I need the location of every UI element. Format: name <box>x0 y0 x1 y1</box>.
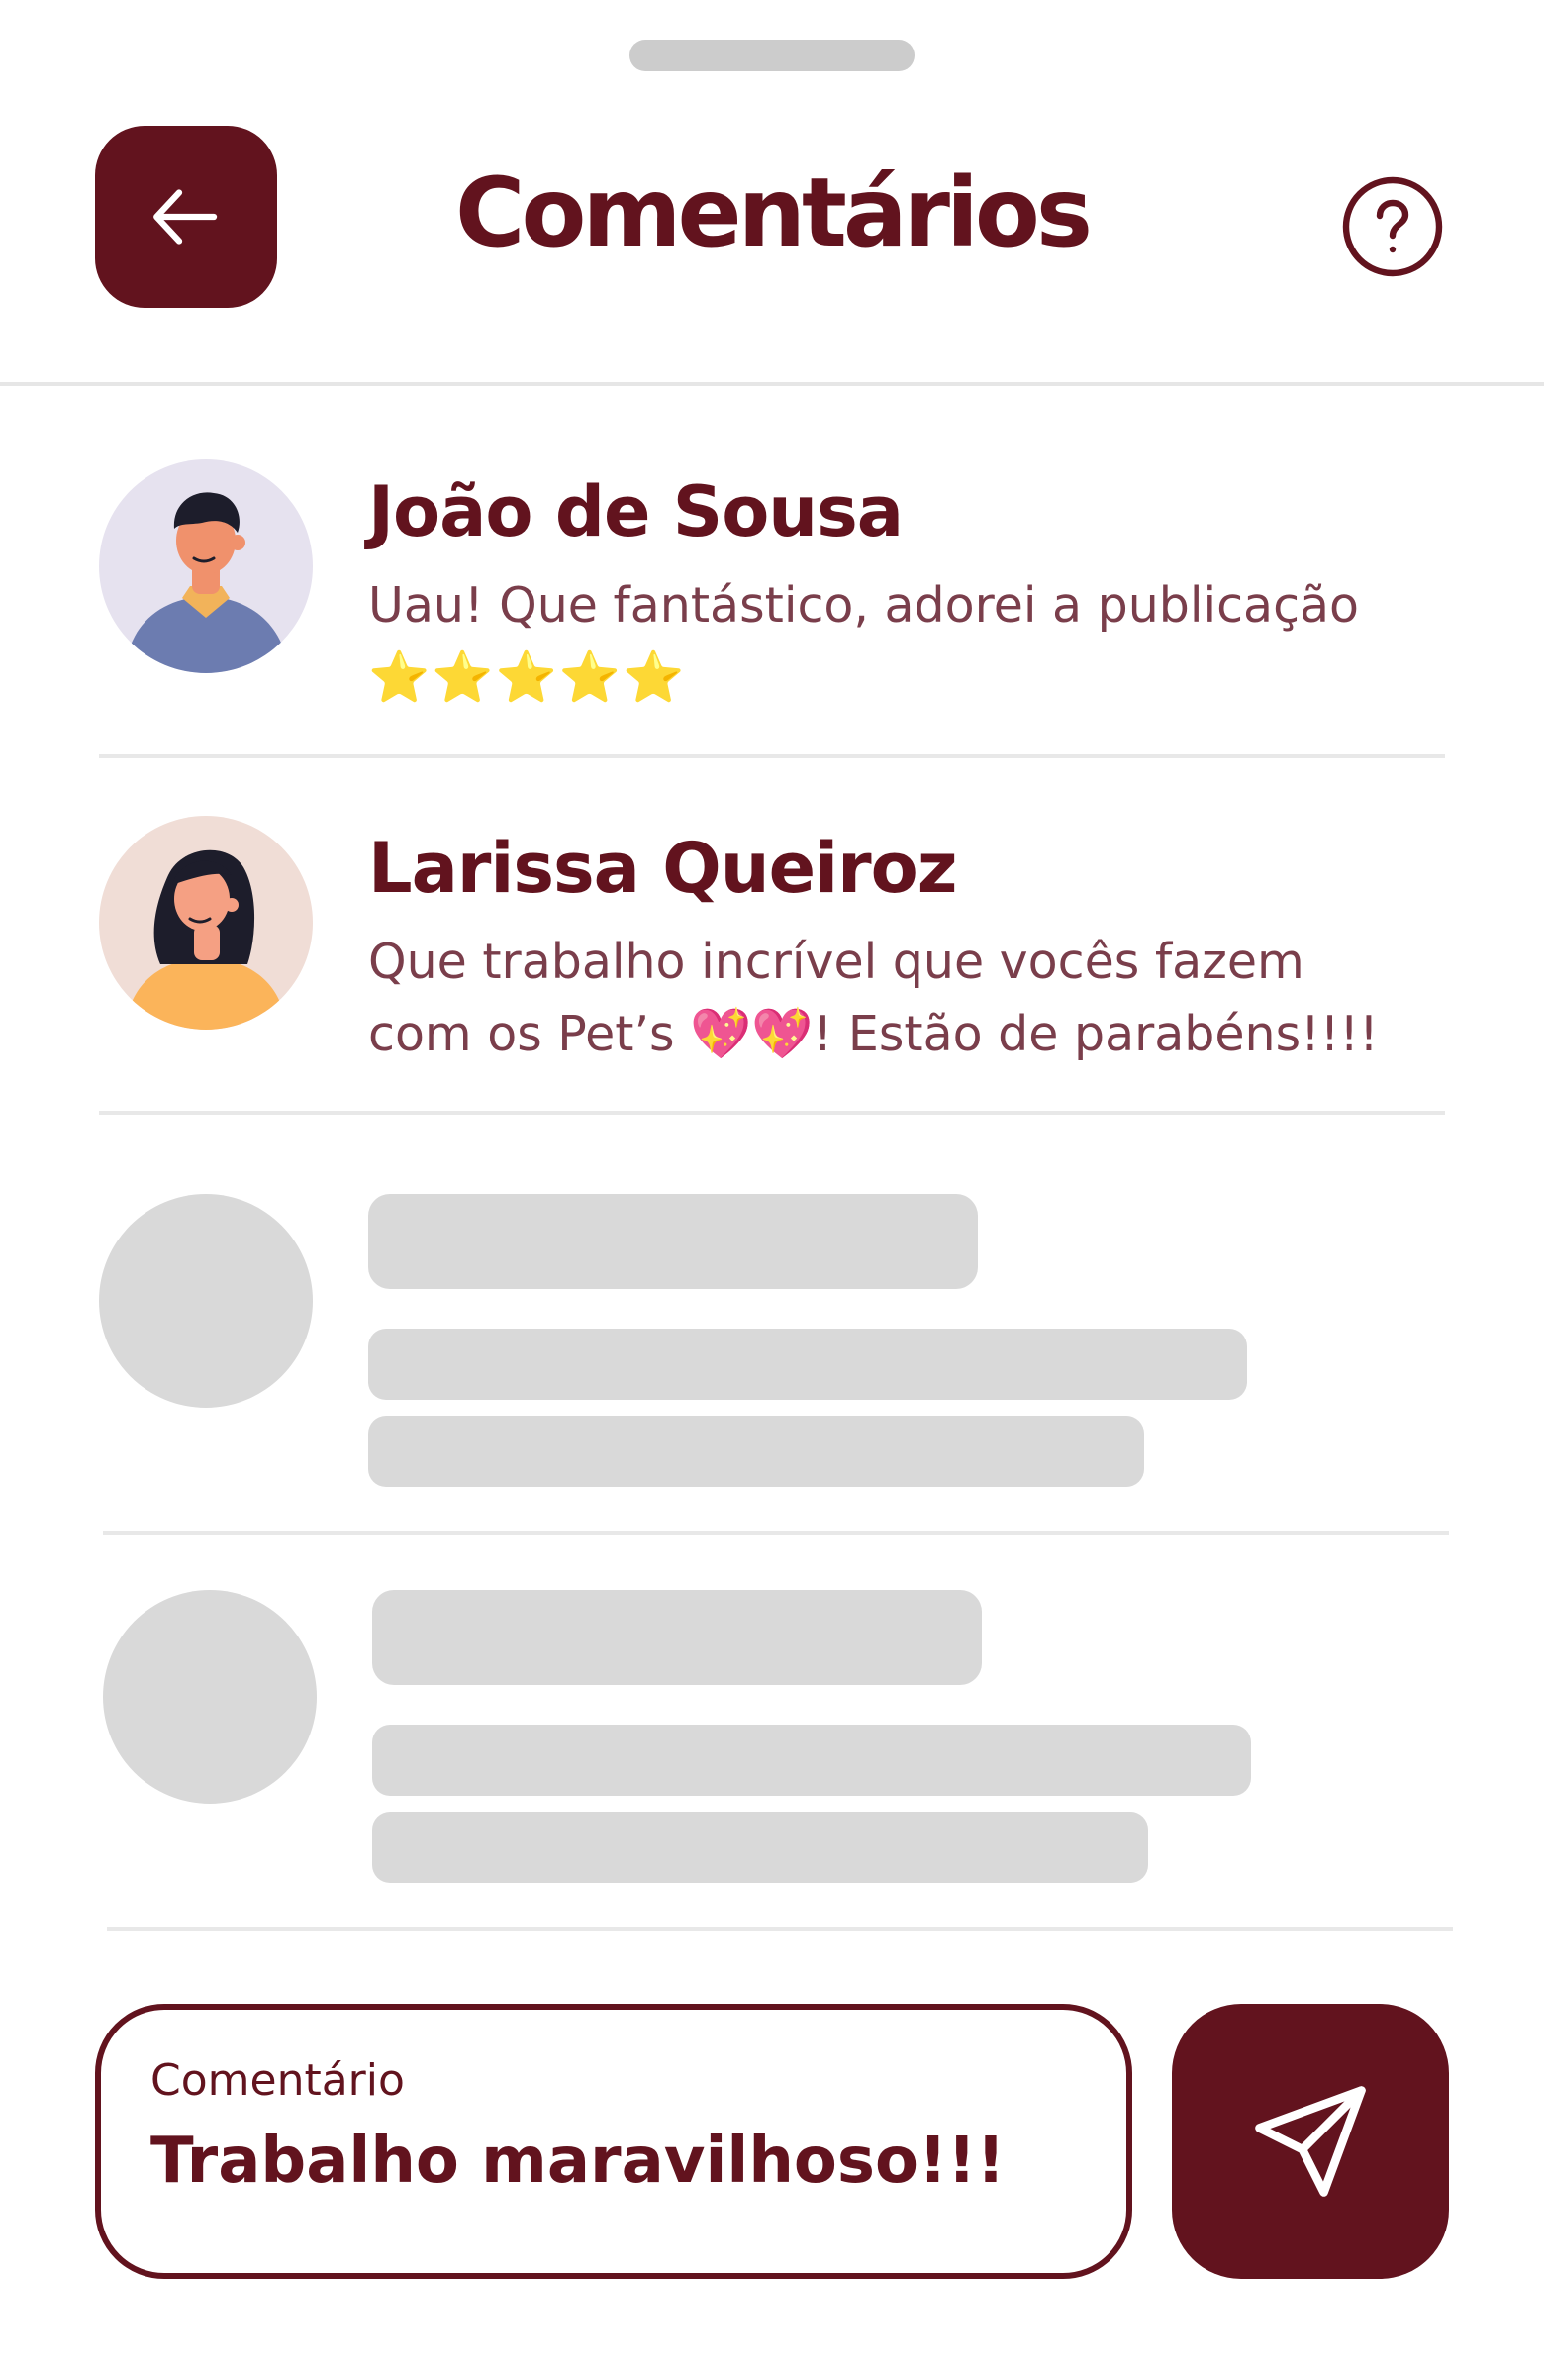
page-title: Comentários <box>455 157 1093 268</box>
avatar-joao[interactable] <box>99 459 313 673</box>
header-divider <box>0 382 1544 386</box>
comment-divider <box>99 754 1445 758</box>
hearts-emoji: 💖💖 <box>690 1005 814 1062</box>
help-circle-icon <box>1342 176 1443 277</box>
comment-text: Que trabalho incrível que vocês fazem co… <box>368 927 1544 1070</box>
star-rating-emoji: ⭐⭐⭐⭐⭐ <box>368 648 687 706</box>
skeleton-text-bar <box>372 1725 1251 1796</box>
skeleton-text-bar <box>368 1329 1247 1400</box>
back-button[interactable] <box>95 126 277 308</box>
comment-body: Uau! Que fantástico, adorei a publicação <box>368 577 1360 634</box>
comment-body-before-emoji: com os Pet’s <box>368 1006 675 1062</box>
comment-body-after-emoji: ! Estão de parabéns!!!! <box>813 1006 1379 1062</box>
help-button[interactable] <box>1338 172 1447 281</box>
skeleton-text-bar <box>368 1416 1144 1487</box>
comment-author: Larissa Queiroz <box>368 828 957 909</box>
send-button[interactable] <box>1172 2004 1449 2279</box>
woman-avatar-icon <box>99 816 313 1030</box>
send-icon <box>1255 2086 1366 2197</box>
comment-input-box[interactable]: Comentário <box>95 2004 1132 2279</box>
skeleton-avatar <box>103 1590 317 1804</box>
avatar-larissa[interactable] <box>99 816 313 1030</box>
man-avatar-icon <box>99 459 313 673</box>
comment-input-label: Comentário <box>150 2055 405 2106</box>
arrow-left-icon <box>153 189 218 245</box>
skeleton-text-bar <box>372 1812 1148 1883</box>
comment-divider <box>107 1927 1453 1931</box>
comment-divider <box>99 1111 1445 1115</box>
skeleton-name-bar <box>368 1194 978 1289</box>
comment-body-line1: Que trabalho incrível que vocês fazem <box>368 934 1304 990</box>
comment-input[interactable] <box>150 2125 1081 2198</box>
comment-body-line2: com os Pet’s 💖💖! Estão de parabéns!!!! <box>368 998 1544 1070</box>
comment-author: João de Sousa <box>368 471 904 552</box>
skeleton-name-bar <box>372 1590 982 1685</box>
comment-text: Uau! Que fantástico, adorei a publicação… <box>368 570 1544 714</box>
skeleton-avatar <box>99 1194 313 1408</box>
drag-handle[interactable] <box>629 40 915 71</box>
comment-divider <box>103 1531 1449 1535</box>
